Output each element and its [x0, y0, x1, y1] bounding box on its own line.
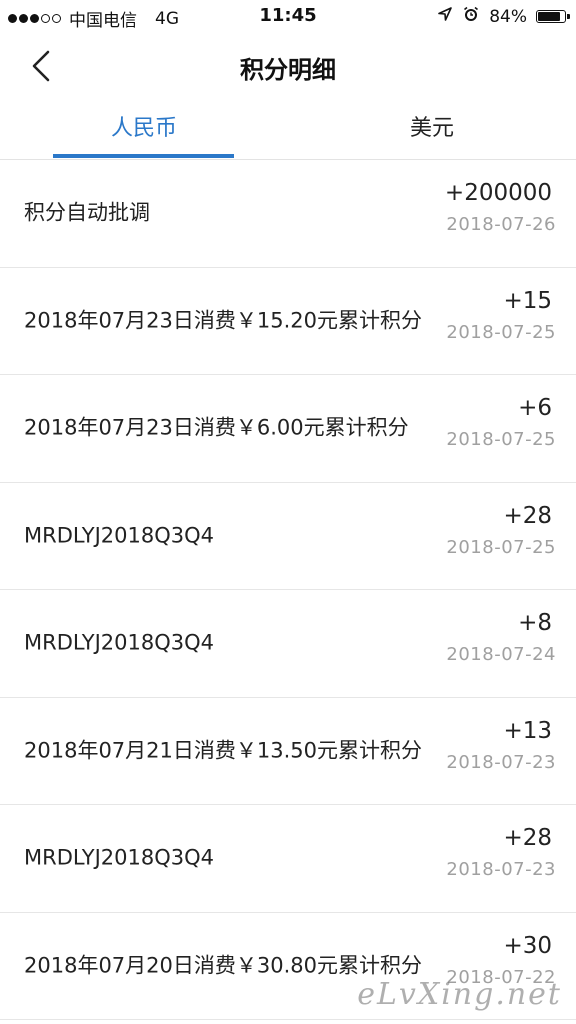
currency-tabs: 人民币 美元: [0, 98, 576, 160]
page-title: 积分明细: [240, 56, 336, 84]
site-watermark: eLvXing.net: [357, 977, 562, 1012]
battery-percent: 84%: [489, 6, 527, 27]
record-date: 2018-07-24: [446, 644, 556, 665]
record-description: 2018年07月23日消费￥15.20元累计积分: [24, 308, 423, 333]
record-date: 2018-07-23: [446, 859, 556, 880]
list-item[interactable]: 2018年07月21日消费￥13.50元累计积分 +13 2018-07-23: [0, 698, 576, 805]
record-amount: +30: [503, 932, 552, 959]
list-item[interactable]: MRDLYJ2018Q3Q4 +8 2018-07-24: [0, 590, 576, 698]
record-date: 2018-07-23: [446, 751, 556, 773]
record-date: 2018-07-26: [446, 214, 556, 235]
record-amount: +200000: [444, 180, 552, 206]
record-description: MRDLYJ2018Q3Q4: [24, 630, 215, 655]
list-item[interactable]: 2018年07月23日消费￥15.20元累计积分 +15 2018-07-25: [0, 268, 576, 375]
tab-rmb[interactable]: 人民币: [0, 98, 288, 160]
record-amount: +28: [503, 502, 552, 529]
record-date: 2018-07-25: [446, 536, 556, 558]
navigation-bar: 积分明细: [0, 34, 576, 98]
record-amount: +28: [503, 825, 552, 851]
points-record-list: 积分自动批调 +200000 2018-07-26 2018年07月23日消费￥…: [0, 160, 576, 1020]
list-item[interactable]: 积分自动批调 +200000 2018-07-26: [0, 160, 576, 268]
record-description: 2018年07月21日消费￥13.50元累计积分: [24, 738, 423, 763]
record-description: MRDLYJ2018Q3Q4: [24, 845, 215, 870]
location-arrow-icon: [437, 6, 453, 27]
alarm-clock-icon: [462, 5, 480, 28]
list-item[interactable]: MRDLYJ2018Q3Q4 +28 2018-07-23: [0, 805, 576, 913]
list-item[interactable]: MRDLYJ2018Q3Q4 +28 2018-07-25: [0, 483, 576, 590]
status-right: 84%: [437, 5, 570, 28]
record-description: 2018年07月23日消费￥6.00元累计积分: [24, 415, 409, 440]
status-bar: 中国电信 4G 11:45 84%: [0, 0, 576, 34]
battery-fill: [538, 12, 560, 21]
record-amount: +13: [503, 717, 552, 744]
tab-usd[interactable]: 美元: [288, 98, 576, 160]
record-amount: +8: [518, 610, 552, 636]
battery-icon: [536, 10, 570, 23]
record-amount: +6: [518, 395, 552, 421]
record-description: 积分自动批调: [24, 200, 150, 225]
record-amount: +15: [503, 287, 552, 314]
active-tab-indicator: [53, 154, 234, 158]
record-description: MRDLYJ2018Q3Q4: [24, 523, 215, 548]
record-date: 2018-07-25: [446, 321, 556, 343]
list-item[interactable]: 2018年07月23日消费￥6.00元累计积分 +6 2018-07-25: [0, 375, 576, 483]
record-date: 2018-07-25: [446, 429, 556, 450]
